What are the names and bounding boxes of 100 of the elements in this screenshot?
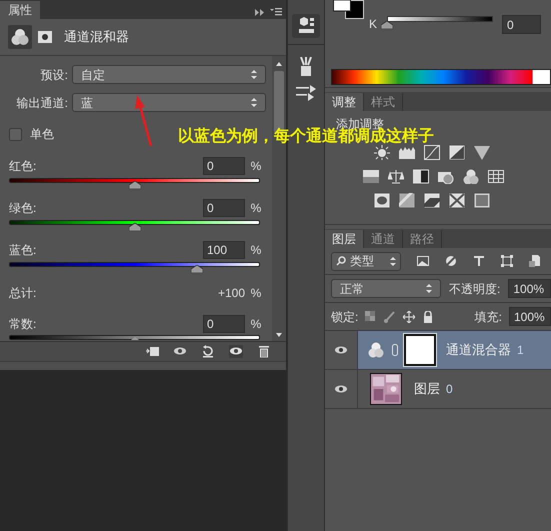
brush-icon[interactable] <box>384 310 396 322</box>
image-filter-icon[interactable] <box>417 255 429 267</box>
layer-row[interactable]: 通道混合器 1 <box>325 331 551 370</box>
layer-name: 图层 <box>414 380 440 398</box>
field-label: 填充: <box>474 308 502 326</box>
threshold-icon[interactable] <box>424 193 440 208</box>
field-label: 绿色: <box>9 200 38 217</box>
channel-label: K <box>369 16 378 33</box>
panel-tab[interactable]: 属性 <box>0 1 40 19</box>
visibility-icon[interactable] <box>335 346 347 354</box>
spinner-icon <box>390 256 396 266</box>
channel-mixer-icon[interactable] <box>463 169 479 184</box>
scroll-down-icon[interactable] <box>276 333 282 337</box>
panel-icon[interactable] <box>292 14 320 38</box>
move-icon[interactable] <box>403 310 416 322</box>
value-field[interactable]: 0 <box>203 315 245 333</box>
value-field[interactable]: 0 <box>502 15 541 34</box>
channel-mixer-icon[interactable] <box>8 25 32 49</box>
collapse-icon[interactable] <box>255 8 264 16</box>
trash-icon[interactable] <box>257 345 271 358</box>
mask-icon[interactable] <box>38 31 52 43</box>
type-filter-icon[interactable] <box>473 255 485 267</box>
selective-color-icon[interactable] <box>449 193 465 208</box>
adjustment-filter-icon[interactable] <box>445 255 457 267</box>
panel-tab[interactable]: 调整 <box>325 93 364 111</box>
camera-icon[interactable] <box>438 169 454 184</box>
visibility-icon[interactable] <box>335 385 347 393</box>
slider[interactable] <box>9 259 260 273</box>
color-ramp[interactable] <box>331 69 551 85</box>
triangle-icon[interactable] <box>474 145 490 160</box>
layer-mask-thumbnail[interactable] <box>404 334 436 366</box>
blend-mode-dropdown[interactable]: 正常 <box>331 279 441 298</box>
slider-thumb[interactable] <box>128 181 140 189</box>
lock-icon[interactable] <box>422 310 434 322</box>
smart-object-filter-icon[interactable] <box>529 255 541 267</box>
percent-label: % <box>250 242 262 259</box>
shape-filter-icon[interactable] <box>501 255 513 267</box>
color-swatches[interactable] <box>333 0 364 19</box>
checkbox[interactable] <box>9 128 22 140</box>
preset-dropdown[interactable]: 自定 <box>72 65 266 84</box>
balance-icon[interactable] <box>388 169 404 184</box>
panel-tab[interactable]: 图层 <box>325 230 364 248</box>
slider-thumb[interactable] <box>191 265 204 273</box>
invert-icon[interactable] <box>374 193 390 208</box>
value-field[interactable]: 100% <box>509 307 551 326</box>
visibility-icon[interactable] <box>229 345 243 358</box>
value-field[interactable]: 100 <box>203 241 245 259</box>
percent-label: % <box>250 158 262 175</box>
field-label: 不透明度: <box>449 280 500 298</box>
value-field[interactable]: 100% <box>508 279 551 298</box>
layer-number: 0 <box>446 381 453 398</box>
slider[interactable] <box>9 217 260 231</box>
value-field[interactable]: 0 <box>203 157 245 175</box>
scroll-up-icon[interactable] <box>276 62 282 66</box>
gradient-bar-icon[interactable] <box>363 169 379 184</box>
curves-icon[interactable] <box>424 145 440 160</box>
slider[interactable] <box>9 333 260 340</box>
search-icon <box>336 256 346 266</box>
layer-number: 1 <box>517 342 524 359</box>
panel-tab[interactable]: 通道 <box>364 230 403 248</box>
link-icon[interactable] <box>392 344 398 356</box>
panel-tab[interactable]: 样式 <box>364 93 403 111</box>
grid-icon[interactable] <box>488 169 504 184</box>
percent-label: % <box>250 316 262 333</box>
field-label: 预设: <box>40 66 69 84</box>
checkbox-label: 单色 <box>30 126 54 143</box>
half-filled-square-icon[interactable] <box>413 169 429 184</box>
value-field[interactable]: 0 <box>203 199 245 217</box>
levels-icon[interactable] <box>399 145 415 160</box>
slider-thumb[interactable] <box>128 223 140 231</box>
brush-presets-icon[interactable] <box>296 85 316 101</box>
exposure-icon[interactable] <box>449 145 465 160</box>
checker-icon[interactable] <box>365 310 378 322</box>
percent-label: % <box>250 285 262 302</box>
field-label: 输出通道: <box>16 94 69 112</box>
panel-tab[interactable]: 路径 <box>403 230 442 248</box>
panel-menu-icon[interactable] <box>270 8 282 16</box>
brightness-icon[interactable] <box>374 145 390 160</box>
field-label: 红色: <box>9 158 38 175</box>
posterize-icon[interactable] <box>399 193 415 208</box>
field-label: 常数: <box>9 316 38 333</box>
reset-icon[interactable] <box>201 345 215 358</box>
filter-dropdown[interactable]: 类型 <box>331 252 401 270</box>
gradient-map-icon[interactable] <box>474 193 490 208</box>
field-label: 总计: <box>9 285 38 302</box>
clip-icon[interactable] <box>145 345 159 358</box>
layer-row[interactable]: 图层 0 <box>325 370 551 409</box>
spinner-icon <box>251 97 257 108</box>
output-channel-dropdown[interactable]: 蓝 <box>72 93 266 112</box>
spinner-icon <box>251 69 257 80</box>
slider[interactable] <box>9 175 260 189</box>
channel-mixer-icon <box>368 342 384 358</box>
slider-thumb[interactable] <box>381 21 393 29</box>
brushes-icon[interactable] <box>298 57 314 77</box>
percent-label: % <box>250 200 262 217</box>
panel-title: 通道混和器 <box>64 28 129 46</box>
annotation-text: 以蓝色为例，每个通道都调成这样子 <box>178 128 434 146</box>
field-label: 蓝色: <box>9 242 38 259</box>
section-heading: 添加调整 <box>336 116 384 131</box>
spinner-icon <box>426 283 432 294</box>
